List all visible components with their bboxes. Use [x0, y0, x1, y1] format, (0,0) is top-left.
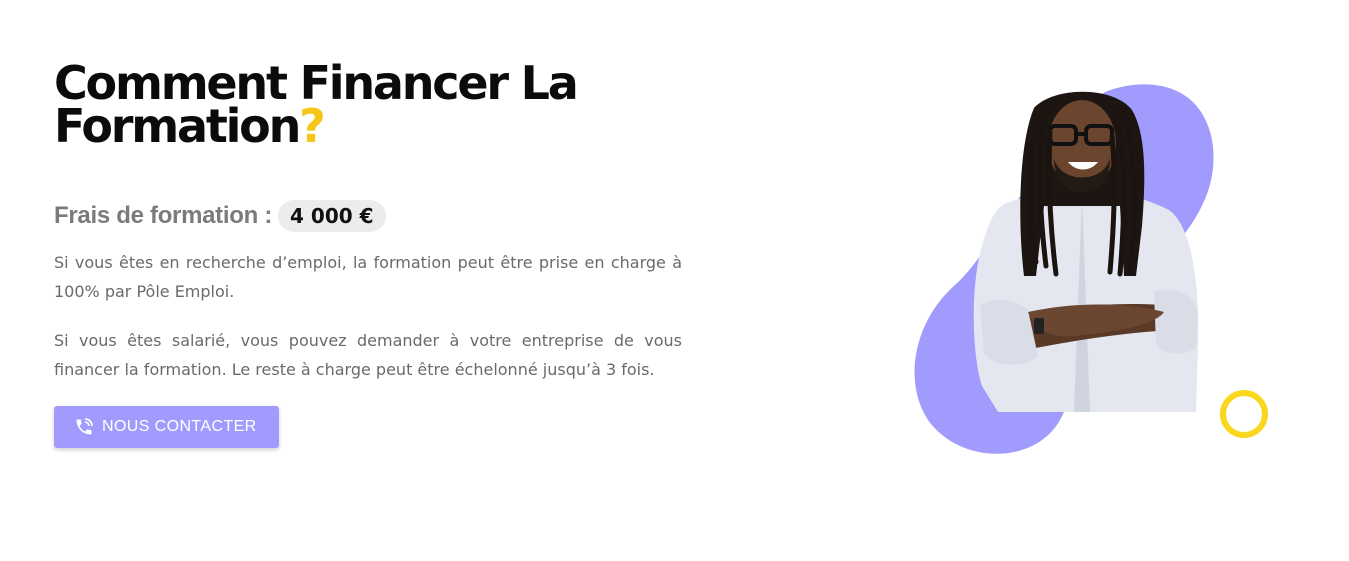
section-title: Comment Financer La Formation?	[54, 60, 684, 149]
paragraph-job-seeker: Si vous êtes en recherche d’emploi, la f…	[54, 253, 682, 301]
person-photo	[973, 91, 1199, 412]
phone-in-talk-icon	[74, 417, 94, 437]
financing-section: Comment Financer La Formation? Frais de …	[54, 60, 684, 448]
title-question-mark: ?	[299, 99, 326, 153]
title-line-2-text: Formation	[54, 99, 301, 153]
hero-illustration	[900, 70, 1300, 470]
paragraph-employee: Si vous êtes salarié, vous pouvez demand…	[54, 331, 682, 379]
price-row: Frais de formation : 4 000 €	[54, 200, 684, 232]
price-label: Frais de formation :	[54, 202, 273, 229]
yellow-ring-decoration	[1220, 390, 1268, 438]
title-line-2: Formation?	[54, 103, 684, 149]
price-badge: 4 000 €	[278, 200, 386, 232]
contact-button-label: NOUS CONTACTER	[102, 418, 257, 435]
contact-button[interactable]: NOUS CONTACTER	[54, 406, 279, 448]
